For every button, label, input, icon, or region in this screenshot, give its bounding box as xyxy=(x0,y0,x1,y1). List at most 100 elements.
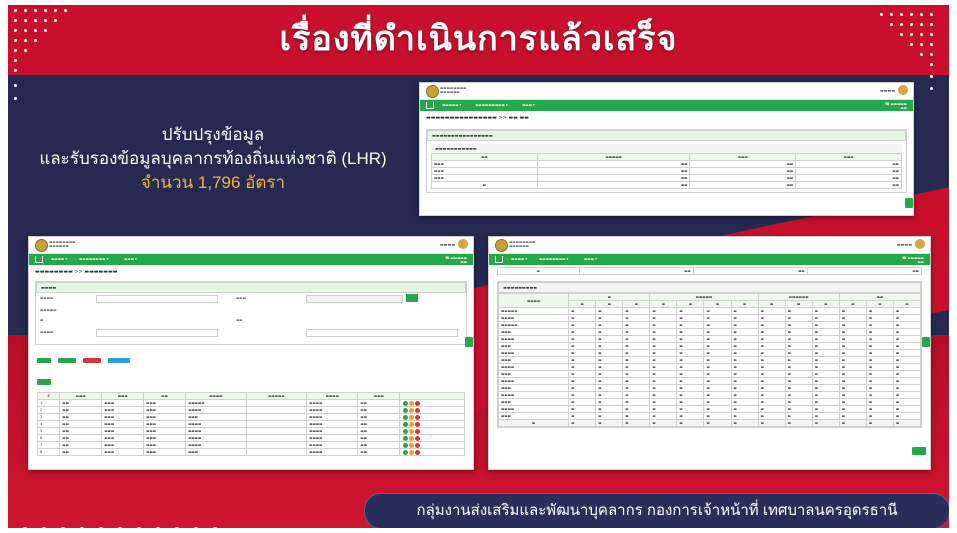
hotline: ☎ ▬▬▬▬▬ ▬▬ xyxy=(884,102,907,110)
detail-caption-placeholder: ▬▬▬▬▬▬▬▬▬ xyxy=(498,282,921,293)
logo-icon xyxy=(426,85,439,98)
table-row[interactable]: 8 ▬▬ ▬▬▬ ▬▬▬ ▬▬▬ ▬▬▬▬ ▬▬ xyxy=(36,448,465,456)
bottom-dots xyxy=(22,518,231,528)
table-row: ▬▬▬▬ ▬ ▬ ▬ ▬ ▬ ▬ ▬ ▬ ▬ ▬ ▬ ▬ ▬ xyxy=(497,314,922,322)
table-row[interactable]: 1 ▬▬ ▬▬▬ ▬▬▬ ▬▬▬▬▬ ▬▬▬▬ ▬▬ xyxy=(36,399,465,407)
table-row: ▬▬▬▬ ▬ ▬ ▬ ▬ ▬ ▬ ▬ ▬ ▬ ▬ ▬ ▬ ▬ xyxy=(497,391,922,399)
hotline: ☎ ▬▬▬▬▬ ▬▬ xyxy=(444,256,467,264)
info-line-1: ปรับปรุงข้อมูล xyxy=(161,125,265,144)
table-row: ▬▬▬ ▬ ▬ ▬ ▬ ▬ ▬ ▬ ▬ ▬ ▬ ▬ ▬ ▬ xyxy=(497,412,922,420)
breadcrumb-placeholder: ▬▬▬▬▬▬▬▬▬▬▬▬▬▬▬ >> ▬▬ ▬▬ xyxy=(426,115,529,121)
field-label: ▬▬ xyxy=(236,318,243,322)
nav-item: ▬▬▬▬▬ ▾ xyxy=(442,103,462,107)
table-row: ▬▬▬▬ ▬ ▬ ▬ ▬ ▬ ▬ ▬ ▬ ▬ ▬ ▬ ▬ ▬ xyxy=(497,405,922,413)
logo-text-placeholder: ▬▬▬▬▬▬▬▬ ▬▬▬▬▬▬ xyxy=(49,240,76,248)
table-row: ▬▬▬▬ ▬ ▬ ▬ ▬ ▬ ▬ ▬ ▬ ▬ ▬ ▬ ▬ ▬ xyxy=(497,363,922,371)
table-row: ▬▬▬ ▬ ▬ ▬ ▬ ▬ ▬ ▬ ▬ ▬ ▬ ▬ ▬ ▬ xyxy=(497,384,922,392)
user-name-placeholder: ▬▬▬▬ xyxy=(439,242,455,247)
app-nav: ▬▬▬▬▬ ▾ ▬▬▬▬▬▬▬▬▬ ▾ ▬▬▬ ▾ ☎ ▬▬▬▬▬ ▬▬ xyxy=(420,100,913,111)
app-header: ▬▬▬▬▬▬▬▬ ▬▬▬▬▬▬ ▬▬▬▬ xyxy=(420,83,913,100)
search-panel-title-placeholder: ▬▬▬▬ xyxy=(36,282,466,293)
nav-item: ▬▬▬▬ ▾ xyxy=(511,257,528,261)
logo-icon xyxy=(495,239,508,252)
chat-button[interactable] xyxy=(912,447,926,455)
slide: เรื่องที่ดำเนินการแล้วเสร็จ ปรับปรุงข้อม… xyxy=(8,5,949,528)
table-row[interactable]: 2 ▬▬ ▬▬▬ ▬▬▬ ▬▬▬▬ ▬▬▬▬ ▬▬ xyxy=(36,406,465,414)
footer-banner: กลุ่มงานส่งเสริมและพัฒนาบุคลากร กองการเจ… xyxy=(364,493,949,528)
home-icon xyxy=(495,256,503,263)
detail-table: ▬▬▬▬ ▬ ▬▬▬▬▬ ▬▬▬▬▬▬ ▬▬ ▬ ▬ ▬ ▬ ▬ ▬ ▬ ▬ ▬ ▬ ▬ ▬ ▬ ▬▬▬▬▬ ▬ ▬… xyxy=(497,293,922,427)
select-field[interactable] xyxy=(96,329,218,337)
nav-item: ▬▬▬▬▬▬▬▬▬ ▾ xyxy=(475,103,508,107)
nav-item: ▬▬▬▬▬▬▬▬ ▾ xyxy=(79,257,109,261)
field-label: ▬ xyxy=(40,318,44,322)
user-name-placeholder: ▬▬▬▬ xyxy=(896,242,912,247)
action-button[interactable] xyxy=(37,358,51,363)
nav-item: ▬▬▬▬▬▬▬▬ ▾ xyxy=(539,257,569,261)
table-row: ▬▬▬ ▬ ▬ ▬ ▬ ▬ ▬ ▬ ▬ ▬ ▬ ▬ ▬ ▬ xyxy=(497,342,922,350)
search-button[interactable] xyxy=(406,294,418,302)
app-nav: ▬▬▬▬ ▾ ▬▬▬▬▬▬▬▬ ▾ ▬▬▬ ▾ ☎ ▬▬▬▬▬ ▬▬ xyxy=(489,254,930,265)
table-row: ▬▬▬ ▬ ▬ ▬ ▬ ▬ ▬ ▬ ▬ ▬ ▬ ▬ ▬ ▬ xyxy=(497,398,922,406)
info-line-2: และรับรองข้อมูลบุคลากรท้องถิ่นแห่งชาติ (… xyxy=(39,149,387,168)
info-block: ปรับปรุงข้อมูล และรับรองข้อมูลบุคลากรท้อ… xyxy=(13,123,413,195)
info-line-3: จำนวน 1,796 อัตรา xyxy=(140,173,286,192)
action-buttons xyxy=(37,348,465,367)
table-row[interactable]: 5 ▬▬ ▬▬▬ ▬▬▬ ▬▬▬▬ ▬▬▬▬ ▬▬ xyxy=(36,427,465,435)
add-button[interactable] xyxy=(37,379,51,385)
logo-icon xyxy=(35,239,48,252)
summary-panel: ▬▬▬▬▬▬▬▬▬▬▬▬▬▬▬▬ ▬▬▬▬▬▬▬▬▬▬▬ ▬▬ ▬▬▬▬▬ ▬▬▬ ▬… xyxy=(426,129,907,193)
table-row[interactable]: 6 ▬▬ ▬▬▬ ▬▬▬ ▬▬▬▬ ▬▬▬▬ ▬▬ xyxy=(36,434,465,442)
detail-top-table-wrap: ▬ ▬▬ ▬▬ ▬▬ xyxy=(497,267,923,275)
logo-text-placeholder: ▬▬▬▬▬▬▬▬ ▬▬▬▬▬▬ xyxy=(509,240,536,248)
home-icon xyxy=(35,256,43,263)
side-tab xyxy=(922,337,930,347)
nav-item: ▬▬▬▬ ▾ xyxy=(51,257,68,261)
select-field[interactable] xyxy=(306,329,458,337)
search-field[interactable] xyxy=(96,295,218,303)
search-panel: ▬▬▬▬ ▬▬▬▬ ▬▬▬ ▬▬▬▬▬ ▬ ▬▬ ▬▬▬▬ xyxy=(35,281,467,345)
field-label: ▬▬▬ xyxy=(236,296,246,300)
add-button-row xyxy=(37,370,465,389)
screenshot-summary-table: ▬▬▬▬▬▬▬▬ ▬▬▬▬▬▬ ▬▬▬▬ ▬▬▬▬▬ ▾ ▬▬▬▬▬▬▬▬▬ ▾ … xyxy=(419,82,914,216)
table-row: ▬▬▬▬ ▬ ▬ ▬ ▬ ▬ ▬ ▬ ▬ ▬ ▬ ▬ ▬ ▬ xyxy=(497,377,922,385)
action-button[interactable] xyxy=(108,358,131,363)
table-row[interactable]: 7 ▬▬ ▬▬▬ ▬▬▬ ▬▬▬▬ ▬▬▬▬ ▬▬ xyxy=(36,441,465,449)
summary-table-wrap: ▬▬▬▬▬▬▬▬▬▬▬ ▬▬ ▬▬▬▬▬ ▬▬▬ ▬▬▬ ▬▬▬ ▬▬ ▬▬ ▬▬ ▬▬▬ ▬… xyxy=(427,141,906,192)
app-header: ▬▬▬▬▬▬▬▬ ▬▬▬▬▬▬ ▬▬▬▬ xyxy=(29,237,473,254)
avatar xyxy=(898,85,908,95)
avatar xyxy=(458,239,468,249)
table-row: ▬ ▬ ▬ ▬ ▬ ▬ ▬ ▬ ▬ ▬ ▬ ▬ ▬ ▬ xyxy=(497,419,922,427)
list-table-wrap: # ▬▬▬ ▬▬▬ ▬▬ ▬▬▬▬ ▬▬▬▬▬ ▬▬▬▬ ▬▬▬ 1 ▬▬ ▬▬▬ ▬▬▬ ▬▬▬▬▬… xyxy=(36,392,465,456)
table-row: ▬▬▬ ▬ ▬ ▬ ▬ ▬ ▬ ▬ ▬ ▬ ▬ ▬ ▬ ▬ xyxy=(497,370,922,378)
table-row[interactable]: 4 ▬▬ ▬▬▬ ▬▬▬ ▬▬▬▬ ▬▬▬▬ ▬▬ xyxy=(36,420,465,428)
screenshot-detail-table: ▬▬▬▬▬▬▬▬ ▬▬▬▬▬▬ ▬▬▬▬ ▬▬▬▬ ▾ ▬▬▬▬▬▬▬▬ ▾ ▬▬… xyxy=(488,236,931,470)
table-row: ▬▬▬▬ ▬ ▬ ▬ ▬ ▬ ▬ ▬ ▬ ▬ ▬ ▬ ▬ ▬ xyxy=(497,349,922,357)
app-nav: ▬▬▬▬ ▾ ▬▬▬▬▬▬▬▬ ▾ ▬▬▬ ▾ ☎ ▬▬▬▬▬ ▬▬ xyxy=(29,254,473,265)
detail-panel: ▬▬▬▬▬▬▬▬▬ ▬▬▬▬ ▬ ▬▬▬▬▬ ▬▬▬▬▬▬ ▬▬ ▬ ▬ ▬ ▬ ▬ ▬ ▬ ▬ ▬ ▬ ▬… xyxy=(497,281,922,428)
panel-title-placeholder: ▬▬▬▬▬▬▬▬▬▬▬▬▬▬▬▬ xyxy=(427,130,906,141)
table-row: ▬▬▬ ▬ ▬ ▬ ▬ ▬ ▬ ▬ ▬ ▬ ▬ ▬ ▬ ▬ xyxy=(497,328,922,336)
slide-title: เรื่องที่ดำเนินการแล้วเสร็จ xyxy=(279,19,678,59)
action-button[interactable] xyxy=(83,358,102,363)
user-name-placeholder: ▬▬▬▬ xyxy=(879,88,895,93)
action-button[interactable] xyxy=(58,358,77,363)
table-row[interactable]: 3 ▬▬ ▬▬▬ ▬▬▬ ▬▬▬ ▬▬▬▬ ▬▬ xyxy=(36,413,465,421)
table-caption-placeholder: ▬▬▬▬▬▬▬▬▬▬▬ xyxy=(431,144,902,153)
breadcrumb-placeholder: ▬▬▬▬▬▬▬▬ >> ▬▬▬▬▬▬▬ xyxy=(35,269,118,275)
app-header: ▬▬▬▬▬▬▬▬ ▬▬▬▬▬▬ ▬▬▬▬ xyxy=(489,237,930,254)
search-field[interactable] xyxy=(306,295,403,303)
hotline: ☎ ▬▬▬▬▬ ▬▬ xyxy=(901,256,924,264)
table-row: ▬▬▬▬ ▬ ▬ ▬ ▬ ▬ ▬ ▬ ▬ ▬ ▬ ▬ ▬ ▬ xyxy=(497,335,922,343)
screenshot-search-list: ▬▬▬▬▬▬▬▬ ▬▬▬▬▬▬ ▬▬▬▬ ▬▬▬▬ ▾ ▬▬▬▬▬▬▬▬ ▾ ▬▬… xyxy=(28,236,474,470)
side-tab xyxy=(905,198,913,208)
logo-text-placeholder: ▬▬▬▬▬▬▬▬ ▬▬▬▬▬▬ xyxy=(440,86,467,94)
detail-top-table: ▬ ▬▬ ▬▬ ▬▬ xyxy=(497,267,923,275)
nav-item: ▬▬▬ ▾ xyxy=(522,103,535,107)
home-icon xyxy=(426,102,434,109)
list-table: # ▬▬▬ ▬▬▬ ▬▬ ▬▬▬▬ ▬▬▬▬▬ ▬▬▬▬ ▬▬▬ 1 ▬▬ ▬▬▬ ▬▬▬ ▬▬▬▬▬… xyxy=(36,392,465,456)
summary-table: ▬▬ ▬▬▬▬▬ ▬▬▬ ▬▬▬ ▬▬▬ ▬▬ ▬▬ ▬▬ ▬▬▬ ▬▬ ▬▬ ▬▬ ▬▬▬ ▬▬ ▬… xyxy=(431,153,902,189)
nav-item: ▬▬▬ ▾ xyxy=(584,257,597,261)
table-row: ▬▬▬▬▬ ▬ ▬ ▬ ▬ ▬ ▬ ▬ ▬ ▬ ▬ ▬ ▬ ▬ xyxy=(497,321,922,329)
avatar xyxy=(915,239,925,249)
